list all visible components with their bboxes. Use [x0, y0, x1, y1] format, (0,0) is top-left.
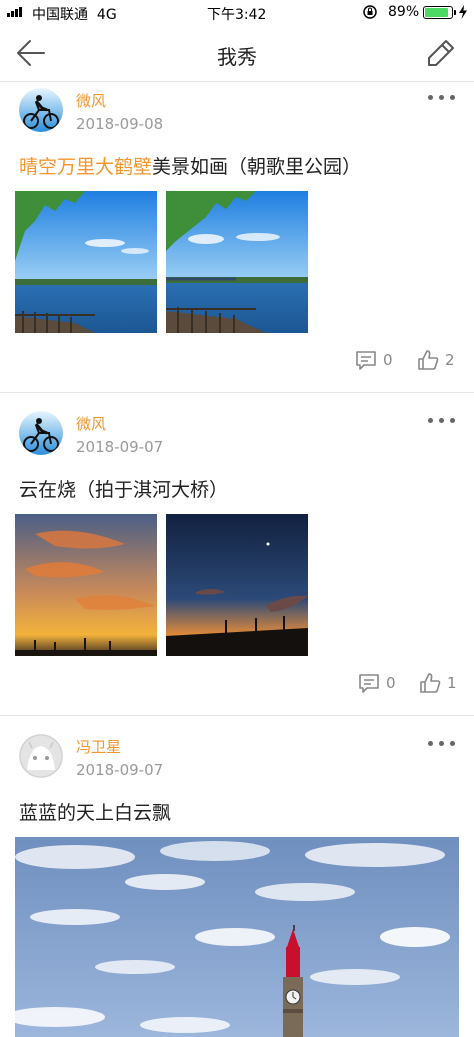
thumbs-up-icon	[418, 350, 439, 370]
post-actions: 0 1	[0, 672, 474, 696]
comment-count: 0	[386, 674, 396, 692]
status-time: 下午3:42	[207, 7, 267, 23]
post-photo[interactable]	[15, 837, 459, 1037]
post-date: 2018-09-07	[76, 438, 164, 456]
avatar[interactable]	[19, 88, 63, 132]
post-username[interactable]: 微风	[76, 90, 106, 111]
divider	[0, 715, 474, 716]
post-photo[interactable]	[166, 514, 308, 656]
comment-button[interactable]: 0	[355, 349, 393, 371]
thumbs-up-icon	[420, 673, 441, 693]
post-text-body: 云在烧（拍于淇河大桥）	[19, 479, 229, 501]
carrier-label: 中国联通 4G	[32, 7, 117, 23]
comment-button[interactable]: 0	[358, 672, 396, 694]
post-date: 2018-09-07	[76, 761, 164, 779]
post-card[interactable]: 微风 2018-09-07 云在烧（拍于淇河大桥） 0 1	[0, 405, 474, 715]
like-count: 1	[447, 674, 457, 692]
post-text: 蓝蓝的天上白云飘	[19, 798, 171, 825]
charging-bolt-icon	[459, 5, 467, 19]
post-username[interactable]: 微风	[76, 413, 106, 434]
post-card[interactable]: 微风 2018-09-08 晴空万里大鹤壁美景如画（朝歌里公园） 0 2	[0, 82, 474, 392]
more-options-icon[interactable]	[428, 92, 456, 102]
navigation-bar: 我秀	[0, 26, 474, 82]
signal-strength-icon	[7, 7, 22, 17]
post-date: 2018-09-08	[76, 115, 164, 133]
post-text: 晴空万里大鹤壁美景如画（朝歌里公园）	[19, 152, 361, 179]
comment-count: 0	[383, 351, 393, 369]
post-actions: 0 2	[0, 349, 474, 373]
post-photo[interactable]	[15, 191, 157, 333]
battery-percent: 89%	[388, 4, 420, 20]
post-text: 云在烧（拍于淇河大桥）	[19, 475, 228, 502]
like-count: 2	[445, 351, 455, 369]
post-card[interactable]: 冯卫星 2018-09-07 蓝蓝的天上白云飘	[0, 728, 474, 1037]
battery-icon	[423, 6, 456, 19]
divider	[0, 392, 474, 393]
like-button[interactable]: 2	[417, 349, 455, 371]
rotation-lock-icon	[363, 5, 377, 19]
page-title: 我秀	[217, 45, 257, 69]
post-text-body: 美景如画（朝歌里公园）	[152, 156, 362, 178]
avatar[interactable]	[19, 734, 63, 778]
post-username[interactable]: 冯卫星	[76, 736, 121, 757]
post-photo[interactable]	[166, 191, 308, 333]
status-bar: 中国联通 4G 下午3:42 89%	[0, 0, 474, 26]
comment-icon	[356, 351, 376, 370]
more-options-icon[interactable]	[428, 415, 456, 425]
comment-icon	[359, 674, 379, 693]
post-text-body: 蓝蓝的天上白云飘	[19, 802, 172, 824]
pencil-edit-icon[interactable]	[426, 38, 456, 68]
more-options-icon[interactable]	[428, 738, 456, 748]
avatar[interactable]	[19, 411, 63, 455]
like-button[interactable]: 1	[419, 672, 457, 694]
post-photo[interactable]	[15, 514, 157, 656]
post-text-highlight: 晴空万里大鹤壁	[19, 156, 153, 178]
